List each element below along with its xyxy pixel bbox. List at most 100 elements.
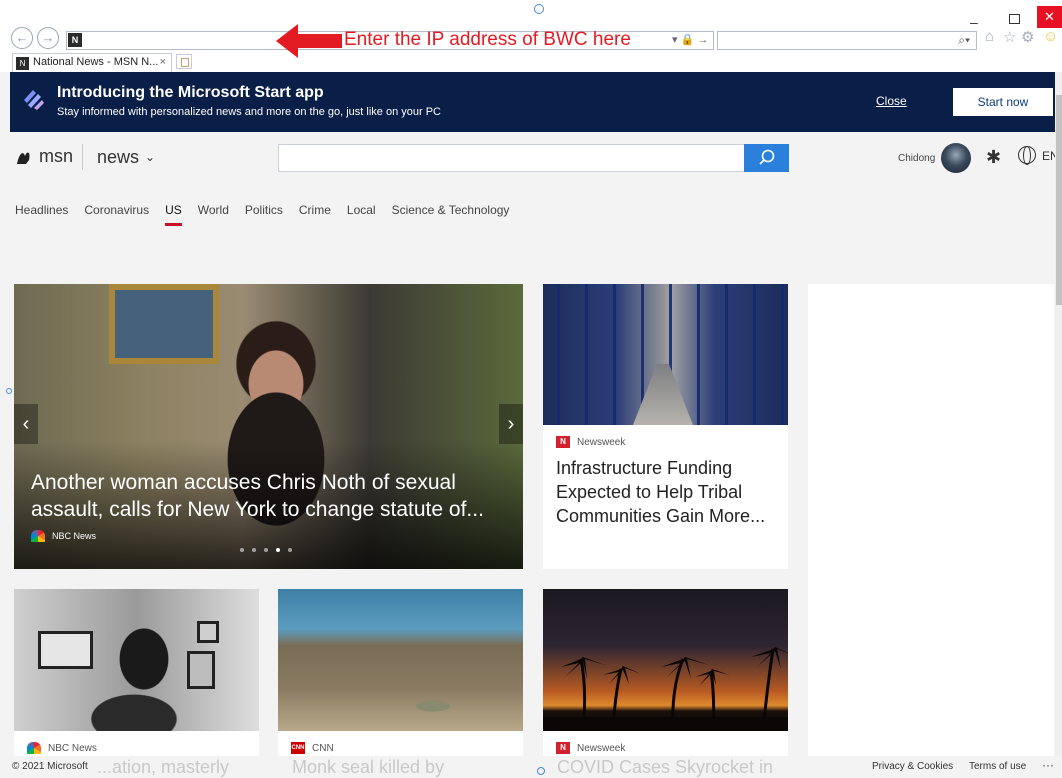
footer: ...ation, masterly Monk seal killed by C… [0,756,1062,778]
carousel-dot[interactable] [240,548,244,552]
news-card[interactable]: CNN CNN [278,589,523,769]
source-name: CNN [312,742,334,754]
favorites-star-icon[interactable]: ☆ [1003,28,1016,46]
avatar[interactable] [941,143,971,173]
user-name[interactable]: Chidong [898,153,935,164]
card-source: CNN CNN [291,742,334,754]
promo-close-link[interactable]: Close [876,94,907,108]
back-button[interactable]: ← [11,27,33,49]
more-options-icon[interactable]: ··· [1042,758,1054,772]
carousel-dot[interactable] [252,548,256,552]
news-card[interactable]: N Newsweek [543,589,788,769]
card-headline-peek[interactable]: ...ation, masterly [97,757,229,778]
card-image-frame [197,621,219,643]
carousel-dot[interactable] [276,548,280,552]
carousel-prev-button[interactable]: ‹ [14,404,38,444]
new-tab-button[interactable] [176,54,192,69]
tab-crime[interactable]: Crime [299,203,331,217]
tab-close-icon[interactable]: × [160,56,166,68]
tab-politics[interactable]: Politics [245,203,283,217]
newsweek-logo-icon: N [556,742,570,754]
globe-icon[interactable] [1018,146,1036,165]
privacy-link[interactable]: Privacy & Cookies [872,761,953,772]
source-name: NBC News [48,742,97,754]
tab-title: National News - MSN N... [33,56,159,68]
newsweek-logo-icon: N [556,436,570,448]
news-card[interactable]: N Newsweek Infrastructure Funding Expect… [543,284,788,569]
chevron-down-icon: ⌄ [145,150,156,164]
source-name: Newsweek [577,436,626,448]
right-rail [808,284,1054,769]
hero-carousel[interactable]: ‹ › Another woman accuses Chris Noth of … [14,284,523,569]
address-tools[interactable]: ▾ 🔒 → [672,33,708,46]
tools-gear-icon[interactable]: ⚙ [1021,28,1034,46]
msn-header: msn news ⌄ Chidong ✱ EN [0,132,1062,188]
forward-button[interactable]: → [37,27,59,49]
nbc-news-logo-icon [31,530,45,542]
loading-indicator-icon [537,767,545,775]
hero-image [14,284,523,569]
palm-trees-silhouette [543,647,788,732]
tab-us[interactable]: US [165,203,182,226]
tab-favicon-icon: N [16,57,29,70]
annotation-arrow-icon [276,24,342,58]
hero-image-painting [109,284,219,364]
promo-subtitle: Stay informed with personalized news and… [57,106,441,118]
site-favicon-icon: N [68,33,82,47]
carousel-dots [240,548,292,552]
microsoft-start-app-icon [24,90,44,110]
cnn-logo-icon: CNN [291,742,305,754]
tab-world[interactable]: World [198,203,229,217]
promo-title: Introducing the Microsoft Start app [57,84,324,101]
annotation-text: Enter the IP address of BWC here [344,29,631,50]
hero-source: NBC News [31,530,96,542]
loading-indicator-icon [534,4,544,14]
loading-indicator-icon [6,388,12,394]
browser-chrome: ← → N Enter the IP address of BWC here ▾… [0,0,1062,72]
card-source: NBC News [27,742,97,754]
start-now-button[interactable]: Start now [953,88,1053,116]
copyright: © 2021 Microsoft [12,761,88,772]
card-image-frame [187,651,215,689]
tab-science-technology[interactable]: Science & Technology [392,203,510,217]
msn-logo[interactable]: msn [15,146,73,167]
browser-search-bar[interactable]: ⌕▾ [717,31,977,50]
card-headline-peek[interactable]: COVID Cases Skyrocket in [557,757,773,778]
source-name: NBC News [52,531,97,541]
settings-gear-icon[interactable]: ✱ [986,147,1001,168]
window-maximize-button[interactable] [1009,14,1020,24]
msn-search-input[interactable] [278,144,745,172]
nbc-news-logo-icon [27,742,41,754]
search-icon [759,149,775,165]
card-image-frame [38,631,93,669]
carousel-dot[interactable] [288,548,292,552]
search-icon[interactable]: ⌕▾ [958,33,970,48]
section-name: news [97,147,140,167]
carousel-dot[interactable] [264,548,268,552]
news-section-dropdown[interactable]: news ⌄ [97,147,155,168]
window-close-button[interactable]: ✕ [1037,6,1062,28]
tab-coronavirus[interactable]: Coronavirus [84,203,149,217]
news-card[interactable]: NBC News [14,589,259,769]
browser-tab[interactable]: N National News - MSN N... × [12,53,172,72]
terms-link[interactable]: Terms of use [969,761,1026,772]
card-headline-peek[interactable]: Monk seal killed by [292,757,444,778]
card-headline[interactable]: Infrastructure Funding Expected to Help … [556,456,781,528]
tab-headlines[interactable]: Headlines [15,203,68,217]
scrollbar-thumb[interactable] [1056,95,1062,305]
section-nav: Headlines Coronavirus US World Politics Crime… [15,203,525,226]
msn-search-button[interactable] [744,144,789,172]
header-divider [82,144,83,170]
carousel-next-button[interactable]: › [499,404,523,444]
home-icon[interactable]: ⌂ [985,28,994,45]
card-source: N Newsweek [556,436,625,448]
msn-logo-text: msn [39,146,74,166]
card-image [543,589,788,732]
card-image [278,589,523,731]
window-minimize-button[interactable]: – [970,14,978,30]
tab-local[interactable]: Local [347,203,376,217]
source-name: Newsweek [577,742,626,754]
hero-headline[interactable]: Another woman accuses Chris Noth of sexu… [31,469,511,523]
msn-butterfly-icon [17,152,30,164]
smiley-feedback-icon[interactable]: ☺ [1043,28,1058,45]
